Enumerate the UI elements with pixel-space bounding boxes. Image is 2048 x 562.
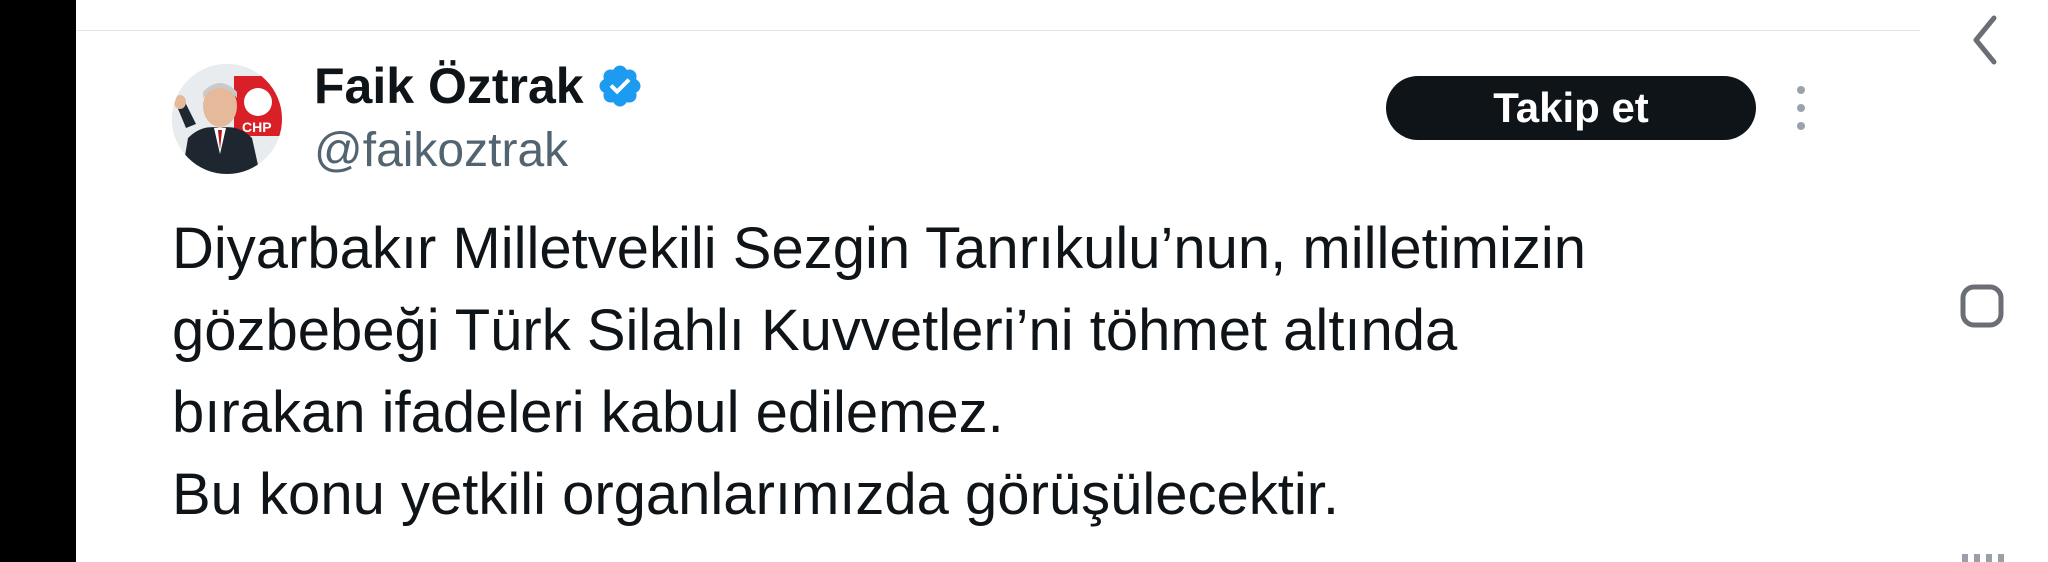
verified-badge-icon bbox=[599, 65, 641, 107]
author-name[interactable]: Faik Öztrak bbox=[314, 56, 584, 116]
tweet-text: Diyarbakır Milletvekili Sezgin Tanrıkulu… bbox=[172, 208, 1872, 536]
tweet-text-line: Bu konu yetkili organlarımızda görüşülec… bbox=[172, 462, 1340, 527]
recent-apps-icon[interactable] bbox=[1958, 282, 2006, 330]
more-dot bbox=[1797, 86, 1805, 94]
chevron-left-icon[interactable] bbox=[1960, 10, 2010, 70]
avatar-image: CHP bbox=[172, 64, 282, 174]
follow-button[interactable]: Takip et bbox=[1386, 76, 1756, 140]
author-handle[interactable]: @faikoztrak bbox=[314, 122, 568, 180]
home-indicator-icon[interactable] bbox=[1960, 548, 2010, 562]
tweet-text-line: Diyarbakır Milletvekili Sezgin Tanrıkulu… bbox=[172, 216, 1586, 281]
avatar[interactable]: CHP bbox=[172, 64, 282, 174]
more-dot bbox=[1797, 122, 1805, 130]
tweet-text-line: gözbebeği Türk Silahlı Kuvvetleri’ni töh… bbox=[172, 298, 1458, 363]
svg-text:CHP: CHP bbox=[242, 119, 272, 135]
tweet-divider bbox=[76, 30, 1920, 31]
left-edge-bar bbox=[0, 0, 76, 562]
author-row: Faik Öztrak bbox=[314, 56, 644, 116]
tweet-text-line: bırakan ifadeleri kabul edilemez. bbox=[172, 380, 1004, 445]
more-vertical-icon[interactable] bbox=[1786, 86, 1816, 130]
more-dot bbox=[1797, 104, 1805, 112]
